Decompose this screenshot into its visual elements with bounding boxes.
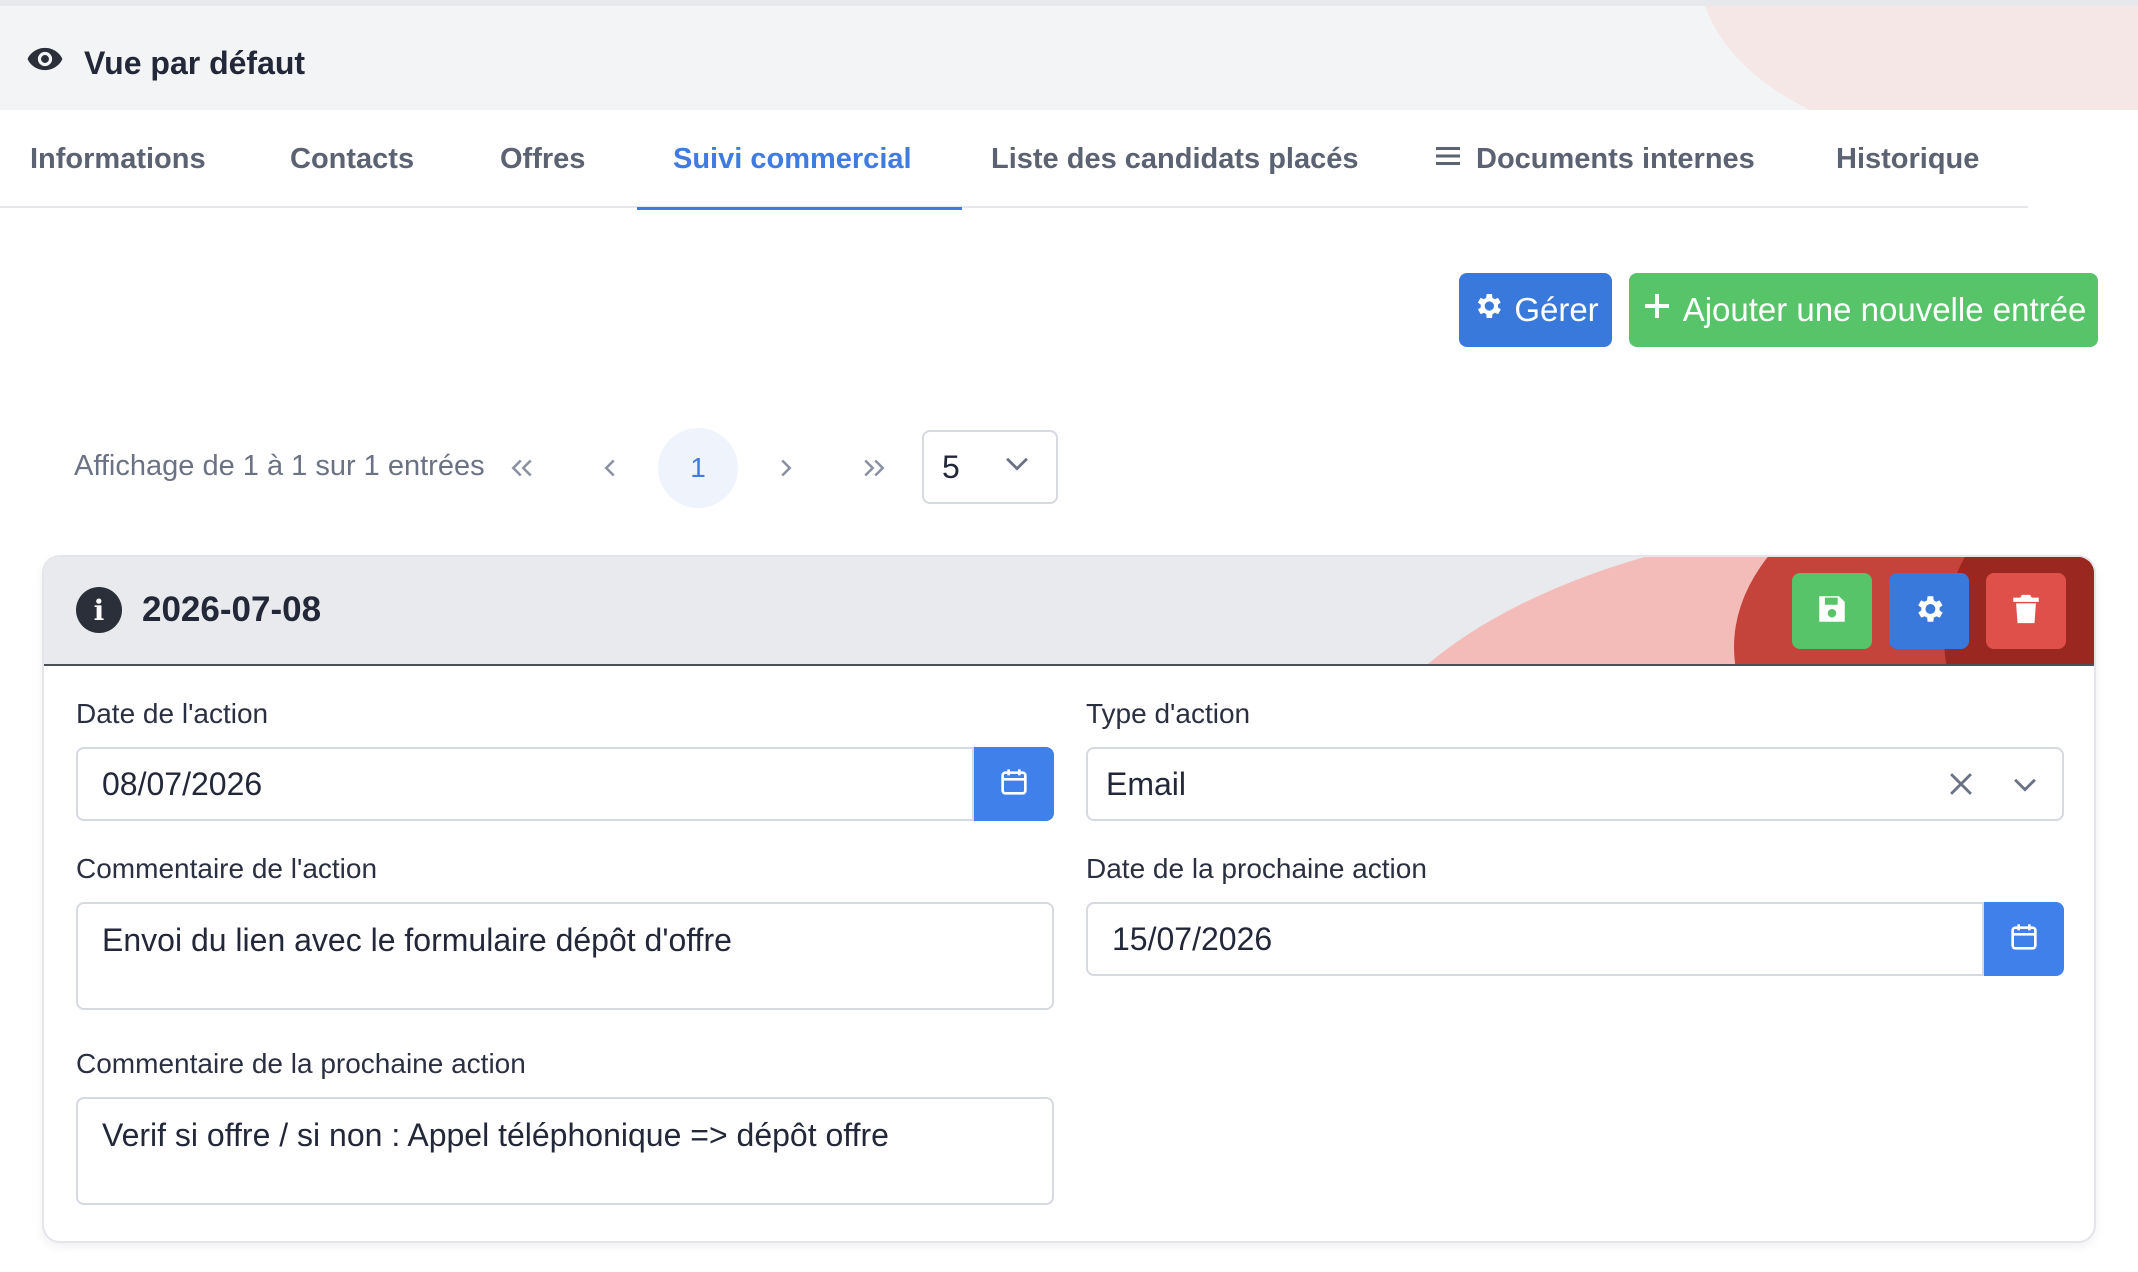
- tab-label: Offres: [500, 142, 586, 175]
- tab-label: Liste des candidats placés: [991, 142, 1359, 175]
- action-type-value: Email: [1106, 765, 1187, 802]
- calendar-icon: [998, 766, 1030, 803]
- action-date-value: 08/07/2026: [102, 765, 263, 802]
- gear-icon: [1912, 592, 1946, 631]
- pagination-info: Affichage de 1 à 1 sur 1 entrées: [74, 450, 485, 482]
- manage-button[interactable]: Gérer: [1459, 273, 1612, 347]
- delete-button[interactable]: [1986, 573, 2066, 649]
- page-size-select[interactable]: 5: [922, 430, 1058, 504]
- header-decoration: [1698, 6, 2138, 110]
- tab-documents-internes[interactable]: Documents internes: [1434, 110, 1755, 208]
- action-comment-textarea[interactable]: Envoi du lien avec le formulaire dépôt d…: [76, 902, 1054, 1010]
- list-icon: [1434, 143, 1462, 176]
- tab-offres[interactable]: Offres: [500, 110, 585, 208]
- page-number-button[interactable]: 1: [658, 428, 738, 508]
- entry-date-title: 2026-07-08: [142, 590, 322, 629]
- gear-icon: [1472, 290, 1504, 330]
- entry-title: i 2026-07-08: [76, 587, 321, 633]
- next-action-comment-label: Commentaire de la prochaine action: [76, 1048, 526, 1079]
- clear-icon[interactable]: [1944, 767, 1978, 801]
- action-date-input[interactable]: 08/07/2026: [76, 747, 974, 821]
- add-entry-button-label: Ajouter une nouvelle entrée: [1682, 291, 2087, 328]
- view-selector[interactable]: Vue par défaut: [26, 40, 305, 86]
- tab-bar: Informations Contacts Offres Suivi comme…: [0, 110, 2028, 210]
- previous-page-icon[interactable]: [570, 428, 650, 508]
- save-icon: [1815, 592, 1849, 631]
- chevron-down-icon: [1000, 446, 1034, 488]
- manage-button-label: Gérer: [1514, 291, 1599, 328]
- page-size-value: 5: [942, 448, 960, 485]
- next-action-date-calendar-button[interactable]: [1984, 902, 2064, 976]
- next-action-date-value: 15/07/2026: [1112, 920, 1273, 957]
- info-icon: i: [76, 587, 122, 633]
- action-comment-label: Commentaire de l'action: [76, 853, 378, 884]
- action-date-calendar-button[interactable]: [974, 747, 1054, 821]
- entry-settings-button[interactable]: [1889, 573, 1969, 649]
- first-page-icon[interactable]: [482, 428, 562, 508]
- chevron-down-icon[interactable]: [2008, 767, 2042, 801]
- select-controls: [1944, 749, 2042, 819]
- next-action-date-input[interactable]: 15/07/2026: [1086, 902, 1984, 976]
- tab-label: Historique: [1836, 142, 1980, 175]
- next-action-date-label: Date de la prochaine action: [1086, 853, 1427, 884]
- next-action-comment-value: Verif si offre / si non : Appel téléphon…: [102, 1117, 889, 1153]
- top-bar: Vue par défaut: [0, 0, 2138, 110]
- tab-label: Documents internes: [1476, 142, 1755, 175]
- tab-label: Informations: [30, 142, 206, 175]
- tab-label: Suivi commercial: [673, 142, 912, 175]
- tab-historique[interactable]: Historique: [1836, 110, 1979, 208]
- entry-card-header: i 2026-07-08: [44, 557, 2094, 666]
- tab-informations[interactable]: Informations: [30, 110, 206, 208]
- plus-icon: [1641, 290, 1673, 330]
- add-entry-button[interactable]: Ajouter une nouvelle entrée: [1629, 273, 2098, 347]
- next-action-comment-textarea[interactable]: Verif si offre / si non : Appel téléphon…: [76, 1097, 1054, 1205]
- last-page-icon[interactable]: [834, 428, 914, 508]
- tab-label: Contacts: [290, 142, 415, 175]
- tab-liste-candidats-places[interactable]: Liste des candidats placés: [991, 110, 1358, 208]
- action-type-select[interactable]: Email: [1086, 747, 2064, 821]
- eye-icon: [26, 40, 64, 86]
- action-date-label: Date de l'action: [76, 698, 269, 729]
- save-button[interactable]: [1792, 573, 1872, 649]
- view-title: Vue par défaut: [84, 44, 306, 81]
- next-page-icon[interactable]: [746, 428, 826, 508]
- trash-icon: [2009, 592, 2043, 631]
- calendar-icon: [2008, 921, 2040, 958]
- entry-card: i 2026-07-08 Date de l'action 08/07/2026…: [42, 555, 2096, 1243]
- tab-contacts[interactable]: Contacts: [290, 110, 414, 208]
- action-type-label: Type d'action: [1086, 698, 1251, 729]
- action-comment-value: Envoi du lien avec le formulaire dépôt d…: [102, 922, 732, 958]
- tab-suivi-commercial[interactable]: Suivi commercial: [637, 110, 962, 210]
